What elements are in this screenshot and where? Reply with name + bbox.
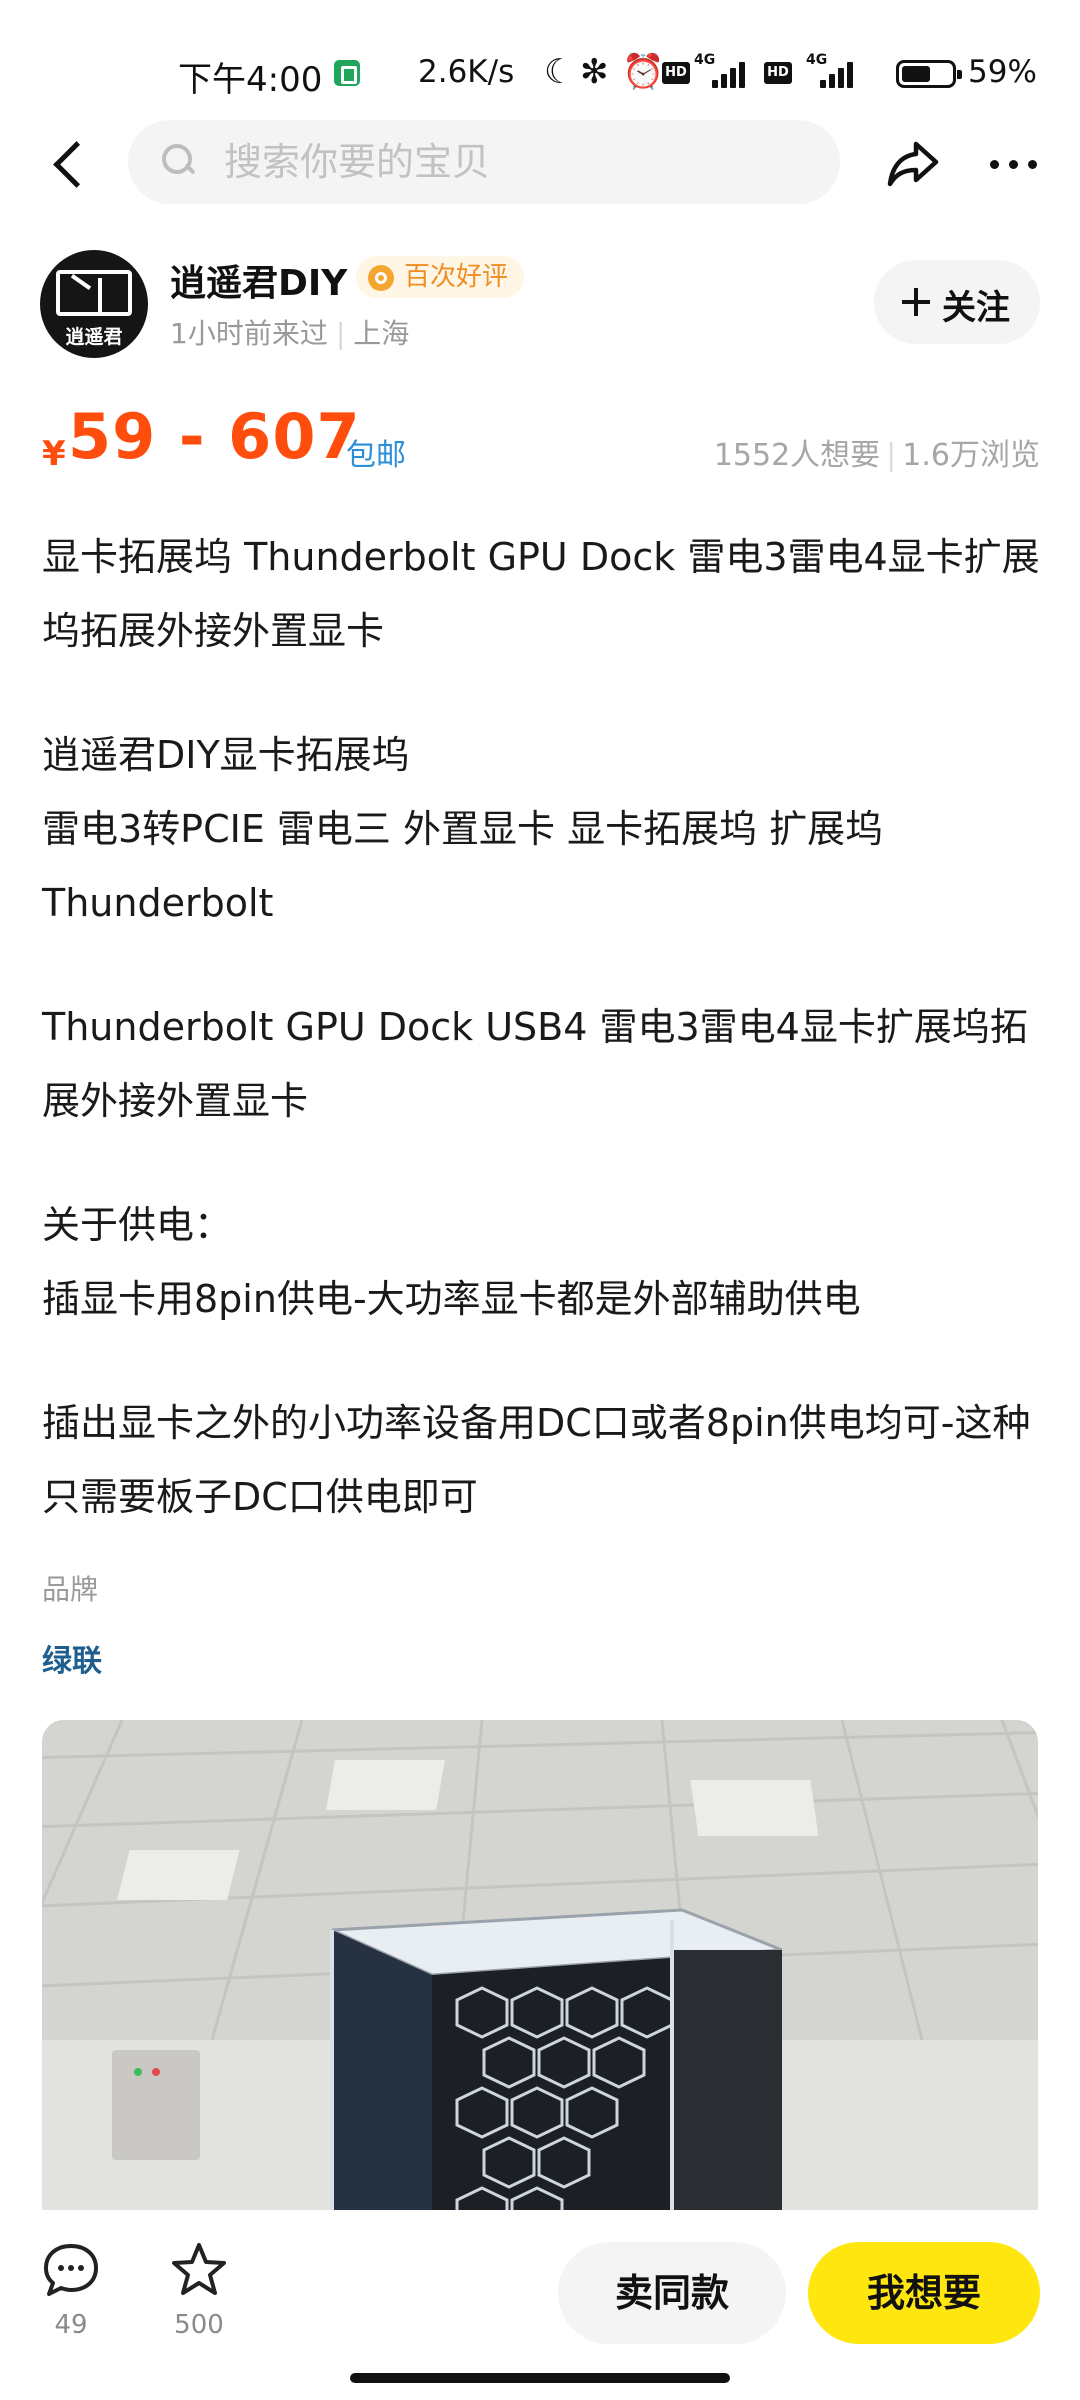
- praise-badge-text: 百次好评: [404, 262, 509, 292]
- top-nav-bar: [0, 118, 1080, 208]
- seller-location: 上海: [353, 317, 410, 350]
- share-icon: [887, 141, 939, 187]
- status-time: 下午4:00: [178, 60, 323, 100]
- signal-icon-2: [820, 60, 862, 88]
- free-shipping-label: 包邮: [346, 438, 406, 473]
- search-icon: [162, 144, 194, 176]
- description-paragraph: Thunderbolt GPU Dock USB4 雷电3雷电4显卡扩展坞拓展外…: [42, 1005, 1028, 1123]
- brand-label: 品牌: [42, 1573, 99, 1606]
- more-options-button[interactable]: [980, 130, 1046, 196]
- hd-icon: HD: [662, 62, 690, 84]
- wall-panel: [112, 2050, 200, 2160]
- seller-name[interactable]: 逍遥君DIY: [170, 254, 347, 306]
- favorites-count: 500: [174, 2310, 224, 2340]
- price-range: 59 - 607: [68, 400, 361, 473]
- moon-icon: ☾: [544, 52, 575, 92]
- signal-icon: [712, 60, 754, 88]
- praise-icon: [368, 265, 394, 291]
- bottom-action-bar: 49 500 卖同款 我想要: [0, 2210, 1080, 2400]
- stats-divider: |: [886, 438, 897, 473]
- search-input[interactable]: [224, 120, 814, 204]
- description-paragraph: 显卡拓展坞 Thunderbolt GPU Dock 雷电3雷电4显卡扩展坞拓展…: [42, 535, 1040, 653]
- plus-icon: [902, 288, 930, 316]
- seller-info[interactable]: 逍遥君 逍遥君DIY 百次好评 1小时前来过 | 上海 关注: [40, 248, 1040, 358]
- sell-same-button[interactable]: 卖同款: [558, 2242, 786, 2344]
- comments-count: 49: [54, 2310, 88, 2340]
- hd-icon-2: HD: [764, 62, 792, 84]
- comments-button[interactable]: 49: [26, 2240, 116, 2360]
- currency-symbol: ¥: [42, 434, 66, 474]
- want-button[interactable]: 我想要: [808, 2242, 1040, 2344]
- seller-avatar[interactable]: 逍遥君: [40, 250, 148, 358]
- avatar-logo-mark: [56, 270, 132, 316]
- network-speed: 2.6K/s: [418, 54, 515, 90]
- comment-icon: [44, 2244, 98, 2296]
- bluetooth-icon: ✻: [580, 52, 609, 92]
- home-indicator[interactable]: [350, 2373, 730, 2383]
- status-bar: 下午4:00 2.6K/s ☾ ✻ ⏰ HD 4G HD 4G 59%: [0, 0, 1080, 120]
- product-stats: 1552人想要 | 1.6万浏览: [714, 430, 1040, 474]
- wants-count: 1552人想要: [713, 438, 881, 473]
- star-icon: [172, 2243, 226, 2295]
- brand-attribute: 品牌 绿联: [42, 1568, 102, 1680]
- price-row: ¥ 59 - 607 包邮 1552人想要 | 1.6万浏览: [40, 400, 1040, 480]
- seller-meta: 1小时前来过 | 上海: [170, 312, 409, 352]
- battery-icon: [896, 60, 962, 88]
- seller-last-visit: 1小时前来过: [170, 317, 328, 350]
- description-paragraph: 逍遥君DIY显卡拓展坞 雷电3转PCIE 雷电三 外置显卡 显卡拓展坞 扩展坞 …: [42, 733, 884, 925]
- avatar-logo-text: 逍遥君: [65, 326, 123, 348]
- product-description: 显卡拓展坞 Thunderbolt GPU Dock 雷电3雷电4显卡扩展坞拓展…: [42, 520, 1042, 1534]
- follow-button[interactable]: 关注: [874, 260, 1040, 344]
- share-button[interactable]: [880, 130, 946, 196]
- back-button[interactable]: [38, 128, 108, 198]
- battery-text: 59%: [968, 54, 1037, 90]
- views-count: 1.6万浏览: [902, 438, 1040, 473]
- description-paragraph: 关于供电： 插显卡用8pin供电-大功率显卡都是外部辅助供电: [42, 1203, 861, 1321]
- brand-value[interactable]: 绿联: [42, 1636, 102, 1680]
- alarm-icon: ⏰: [622, 52, 665, 92]
- praise-badge: 百次好评: [356, 256, 525, 298]
- meta-divider: |: [335, 317, 346, 350]
- favorite-button[interactable]: 500: [154, 2240, 244, 2360]
- follow-label: 关注: [942, 288, 1010, 328]
- search-box[interactable]: [128, 120, 840, 204]
- description-paragraph: 插出显卡之外的小功率设备用DC口或者8pin供电均可-这种只需要板子DC口供电即…: [42, 1401, 1031, 1519]
- sim-card-icon: [334, 60, 360, 86]
